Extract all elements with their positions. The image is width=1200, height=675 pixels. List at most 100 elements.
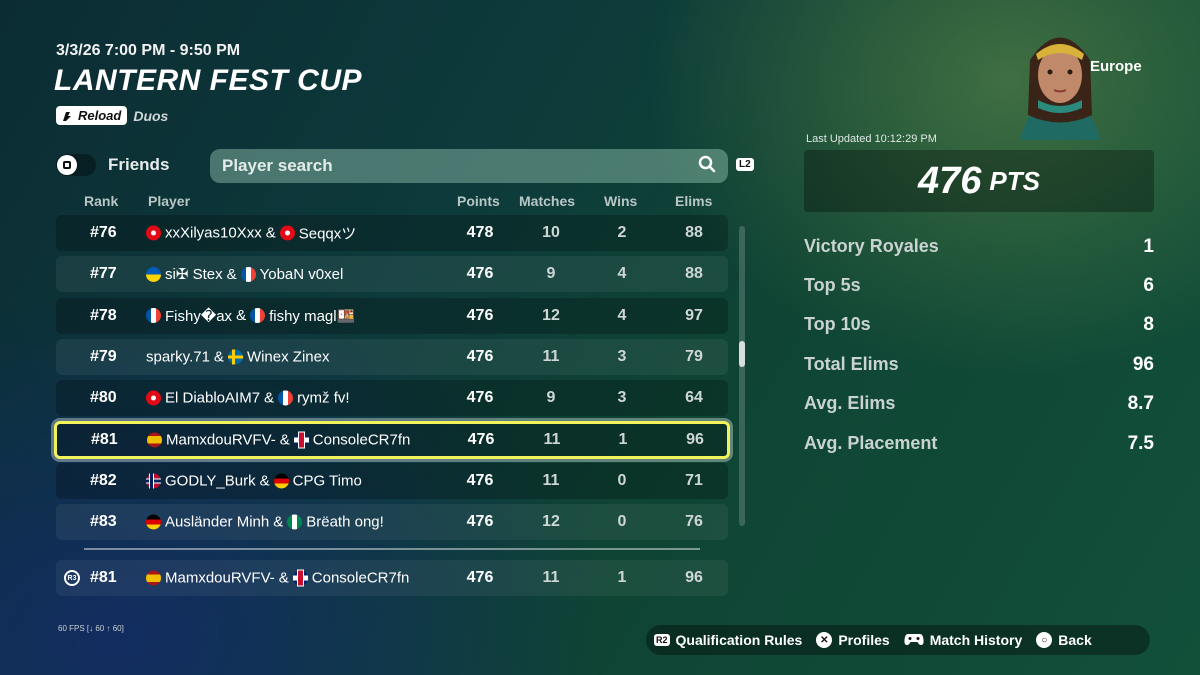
flag-icon: [146, 266, 161, 282]
scrollbar[interactable]: [739, 226, 745, 526]
player-2: Brëath ong!: [306, 513, 384, 531]
wins: 4: [617, 306, 627, 324]
elims: 88: [685, 265, 703, 283]
points: 476: [466, 265, 494, 283]
player-1: Fishy�ax: [165, 307, 233, 325]
qualification-rules-button[interactable]: R2 Qualification Rules: [654, 632, 802, 648]
player-search-input[interactable]: [222, 156, 698, 176]
points: 476: [466, 347, 494, 365]
col-elims: Elims: [675, 193, 713, 209]
points-value: 476: [918, 159, 982, 202]
rank: #83: [90, 513, 117, 531]
table-row[interactable]: #81 MamxdouRVFV- & ConsoleCR7fn 476 11 1 96: [54, 420, 730, 459]
table-row[interactable]: #82 GODLY_Burk & CPG Timo 476 11 0 71: [56, 462, 728, 499]
stat-victory-royales: Victory Royales 1: [804, 236, 1154, 262]
flag-icon: [146, 570, 161, 586]
stat-label: Top 5s: [804, 275, 861, 295]
stat-avg-elims: Avg. Elims 8.7: [804, 393, 1154, 419]
matches: 11: [542, 471, 560, 489]
flag-icon: [240, 266, 256, 282]
stat-label: Victory Royales: [804, 236, 939, 256]
points-unit: PTS: [989, 165, 1040, 196]
rank: #80: [90, 389, 117, 407]
wins: 3: [617, 389, 627, 407]
player-1: si✠ Stex: [165, 266, 223, 284]
player-2: Seqqxツ: [298, 225, 357, 243]
col-player: Player: [148, 193, 191, 209]
stat-top-5s: Top 5s 6: [804, 275, 1154, 301]
elims: 96: [685, 569, 703, 586]
last-updated: Last Updated 10:12:29 PM: [806, 133, 937, 145]
separator: &: [264, 389, 275, 407]
points: 476: [466, 513, 494, 531]
table-row[interactable]: #76 xxXilyas10Xxx & Seqqxツ 478 10 2 88: [56, 215, 728, 251]
matches: 11: [542, 347, 560, 365]
flag-icon: [146, 390, 161, 406]
circle-button-icon: ○: [1036, 632, 1053, 648]
back-button[interactable]: ○ Back: [1036, 632, 1092, 648]
stat-total-elims: Total Elims 96: [804, 354, 1154, 380]
wins: 0: [617, 471, 627, 489]
player-1: Ausländer Minh: [165, 513, 270, 531]
player-2: Winex Zinex: [246, 348, 330, 366]
player-search[interactable]: [210, 149, 728, 183]
search-icon[interactable]: [698, 155, 716, 178]
friends-filter[interactable]: Friends: [56, 154, 169, 176]
r2-button-icon: R2: [654, 634, 670, 646]
table-row[interactable]: #77 si✠ Stex & YobaN v0xel 476 9 4 88: [56, 256, 728, 293]
footer-actions: R2 Qualification Rules ✕ Profiles Match …: [646, 625, 1150, 655]
matches: 10: [542, 224, 560, 241]
stat-label: Total Elims: [804, 354, 899, 374]
points: 476: [467, 430, 495, 448]
flag-icon: [146, 308, 161, 324]
elims: 97: [685, 306, 703, 324]
flag-icon: [146, 514, 161, 530]
rank: #77: [90, 265, 117, 283]
stat-value: 8: [1143, 314, 1154, 335]
player-names: El DiabloAIM7 & rymž fv!: [146, 390, 350, 407]
stat-label: Avg. Elims: [804, 393, 896, 413]
wins: 4: [617, 265, 627, 283]
points: 476: [466, 471, 494, 489]
profiles-button[interactable]: ✕ Profiles: [816, 632, 890, 648]
col-rank: Rank: [84, 193, 119, 209]
divider: [84, 548, 700, 550]
event-title: LANTERN FEST CUP: [54, 64, 362, 97]
wins: 0: [617, 513, 627, 531]
player-1: sparky.71: [146, 348, 210, 366]
points: 476: [466, 569, 494, 586]
match-history-button[interactable]: Match History: [904, 632, 1023, 649]
points: 476: [466, 389, 494, 407]
reload-label: Reload: [78, 108, 122, 123]
cross-button-icon: ✕: [816, 632, 833, 648]
wins: 3: [617, 347, 627, 365]
scrollbar-thumb[interactable]: [739, 341, 745, 367]
col-wins: Wins: [604, 193, 638, 209]
table-row[interactable]: #78 Fishy�ax & fishy magl🍱 476 12 4 97: [56, 297, 728, 334]
separator: &: [278, 569, 289, 587]
player-names: sparky.71 & Winex Zinex: [146, 348, 329, 365]
elims: 79: [685, 347, 703, 365]
own-team-row[interactable]: R3 #81 MamxdouRVFV- & ConsoleCR7fn 476 1…: [56, 560, 728, 596]
reload-badge: Reload: [56, 106, 128, 125]
fps-counter: 60 FPS [↓ 60 ↑ 60]: [58, 624, 124, 633]
elims: 71: [685, 471, 703, 489]
match-history-label: Match History: [929, 632, 1023, 648]
rank: #78: [90, 306, 117, 324]
matches: 12: [542, 306, 560, 324]
table-row[interactable]: #80 El DiabloAIM7 & rymž fv! 476 9 3 64: [56, 380, 728, 417]
elims: 64: [685, 389, 703, 407]
rank: #82: [90, 471, 117, 489]
player-1: El DiabloAIM7: [165, 389, 261, 407]
elims: 96: [686, 430, 704, 448]
flag-icon: [227, 349, 243, 365]
flag-icon: [287, 514, 303, 530]
player-names: GODLY_Burk & CPG Timo: [146, 472, 362, 489]
gamepad-icon: [904, 632, 924, 649]
rank: #81: [91, 430, 118, 448]
table-row[interactable]: #79 sparky.71 & Winex Zinex 476 11 3 79: [56, 338, 728, 375]
table-row[interactable]: #83 Ausländer Minh & Brëath ong! 476 12 0 76: [56, 504, 728, 541]
r3-button-icon: R3: [64, 570, 80, 586]
friends-toggle[interactable]: [56, 154, 96, 176]
separator: &: [226, 265, 237, 283]
